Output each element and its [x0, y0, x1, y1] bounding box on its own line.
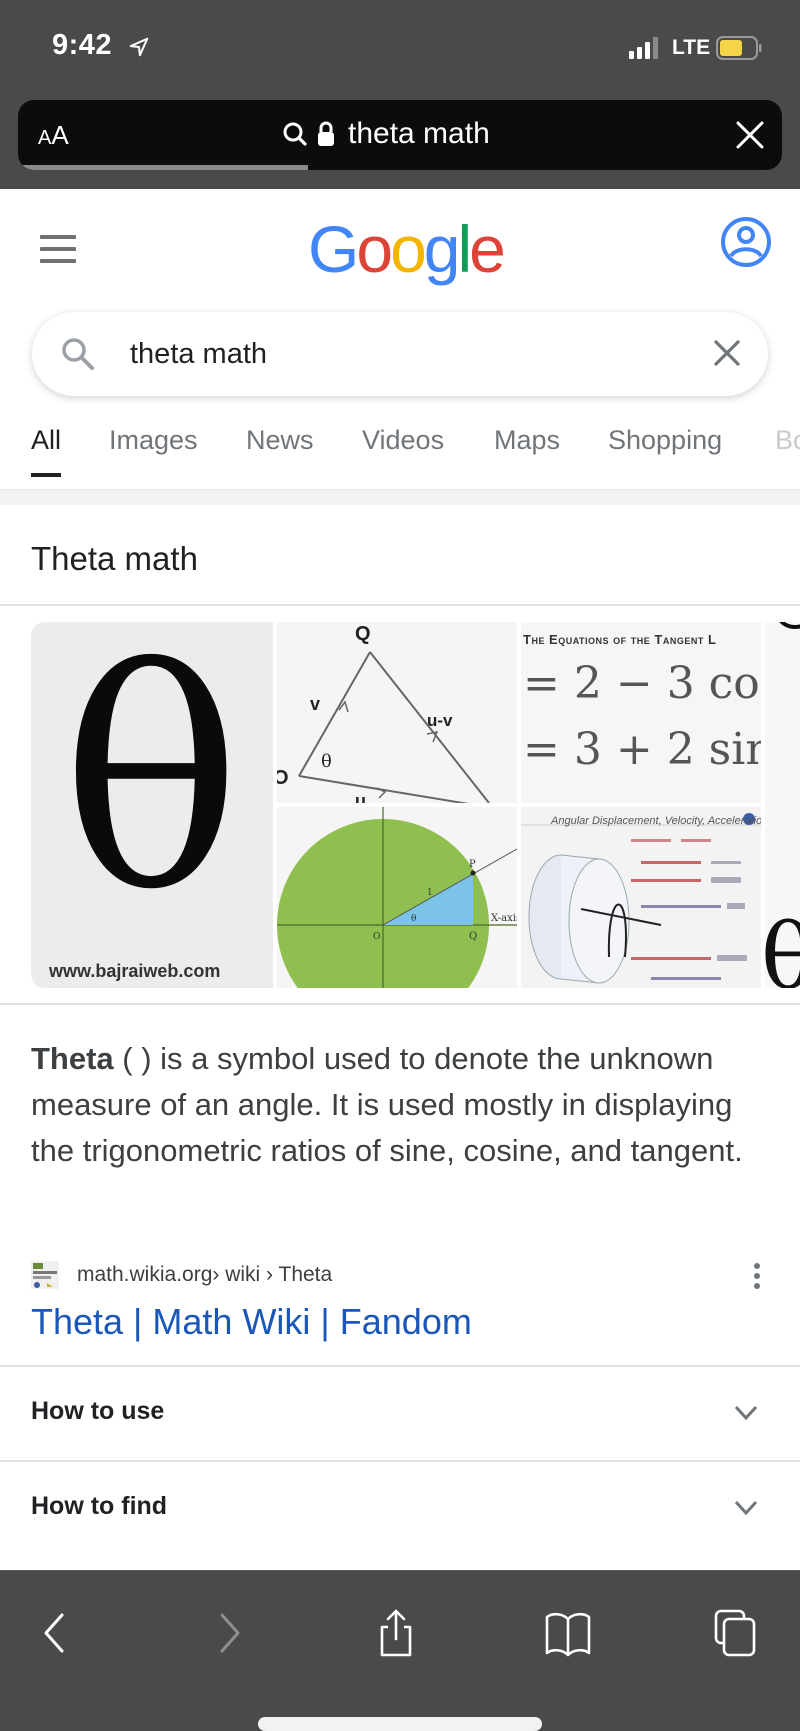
account-icon[interactable]: [720, 216, 772, 268]
theta-partial-graphic: θ: [765, 622, 800, 988]
search-icon: [283, 122, 307, 146]
search-tabs: All Images News Videos Maps Shopping Bo: [0, 425, 800, 481]
label-theta: θ: [321, 751, 332, 772]
accordion-how-to-find[interactable]: How to find: [0, 1462, 800, 1556]
label-theta: θ: [411, 914, 416, 924]
tabs-icon[interactable]: [714, 1609, 758, 1657]
page-load-progress-bar: [18, 165, 309, 170]
screen: 9:42 LTE AA theta math Google theta math…: [0, 0, 800, 1731]
stop-loading-icon[interactable]: [734, 119, 766, 151]
lock-icon: [318, 121, 334, 146]
label-radius: 1: [427, 888, 433, 898]
label-p: P: [469, 859, 476, 870]
safari-top-chrome: 9:42 LTE AA theta math: [0, 0, 800, 189]
source-path: › wiki › Theta: [212, 1263, 333, 1286]
home-indicator[interactable]: [258, 1717, 542, 1731]
label-q: Q: [469, 931, 477, 942]
google-header: Google All Images News Videos Maps Shopp…: [0, 189, 800, 489]
label-o: O: [277, 767, 289, 789]
tab-books[interactable]: Bo: [775, 425, 800, 456]
label-v: v: [310, 694, 320, 714]
chevron-down-icon: [734, 1500, 758, 1516]
logo-letter: o: [356, 212, 393, 286]
tab-news[interactable]: News: [246, 425, 314, 456]
image-carousel[interactable]: θ www.bajraiweb.com Q O v u-v θ u P 1 θ …: [31, 622, 800, 988]
search-input[interactable]: [130, 332, 690, 376]
logo-letter: G: [308, 212, 359, 286]
logo-letter: g: [423, 212, 461, 286]
source-domain: math.wikia.org: [77, 1263, 213, 1286]
triangle-diagram: Q O v u-v θ u: [277, 623, 490, 803]
logo-letter: l: [457, 212, 473, 286]
accordion-label: How to find: [31, 1492, 168, 1520]
image-angular-motion[interactable]: Angular Displacement, Velocity, Accelera…: [521, 807, 761, 988]
text-size-button[interactable]: AA: [38, 120, 69, 151]
google-logo[interactable]: Google: [308, 211, 506, 287]
result-source[interactable]: math.wikia.org › wiki › Theta: [31, 1260, 332, 1290]
tab-shopping[interactable]: Shopping: [608, 425, 722, 456]
knowledge-description: Theta ( ) is a symbol used to denote the…: [31, 1036, 771, 1174]
accordion-label: How to use: [31, 1397, 165, 1425]
location-arrow-icon: [129, 37, 149, 57]
tab-videos[interactable]: Videos: [362, 425, 444, 456]
status-time: 9:42: [52, 29, 113, 61]
logo-letter: o: [390, 212, 427, 286]
label-u: u: [355, 791, 366, 803]
network-type: LTE: [672, 36, 711, 59]
tab-images[interactable]: Images: [109, 425, 198, 456]
cellular-signal-icon: [629, 37, 658, 59]
share-icon[interactable]: [374, 1609, 418, 1657]
image-watermark: www.bajraiweb.com: [49, 961, 221, 981]
logo-letter: e: [469, 212, 506, 286]
unit-circle-diagram: P 1 θ O Q X-axis: [277, 807, 517, 988]
tab-all[interactable]: All: [31, 425, 62, 477]
tab-maps[interactable]: Maps: [494, 425, 560, 456]
image-vector-triangle[interactable]: Q O v u-v θ u: [277, 622, 517, 803]
image-tangent-equations[interactable]: The Equations of the Tangent L = 2 − 3 c…: [521, 622, 761, 803]
angular-motion-diagram: [521, 813, 761, 984]
menu-icon[interactable]: [40, 235, 76, 263]
equations-heading: The Equations of the Tangent L: [523, 632, 717, 647]
description-text: ( ) is a symbol used to denote the unkno…: [31, 1041, 743, 1168]
label-x-axis: X-axis: [491, 913, 517, 924]
chevron-down-icon: [734, 1405, 758, 1421]
more-options-icon[interactable]: [750, 1263, 764, 1293]
address-field[interactable]: theta math: [282, 114, 490, 154]
bookmarks-icon[interactable]: [544, 1609, 592, 1657]
address-bar[interactable]: AA theta math: [18, 100, 782, 170]
site-favicon-icon: [31, 1261, 59, 1289]
angular-title: Angular Displacement, Velocity, Accelera…: [551, 815, 761, 827]
accordion-how-to-use[interactable]: How to use: [0, 1367, 800, 1462]
svg-text:θ: θ: [765, 905, 800, 988]
section-separator: [0, 489, 800, 505]
equation-1: = 2 − 3 cos(: [523, 658, 761, 709]
forward-icon[interactable]: [206, 1609, 250, 1657]
safari-bottom-toolbar: [0, 1570, 800, 1731]
active-tab-indicator: [31, 473, 62, 477]
result-title-link[interactable]: Theta | Math Wiki | Fandom: [31, 1301, 472, 1343]
clear-search-icon[interactable]: [710, 336, 744, 370]
address-text: theta math: [348, 117, 490, 150]
divider: [0, 1003, 800, 1005]
equation-2: = 3 + 2 sin(: [523, 724, 761, 775]
description-term: Theta: [31, 1041, 114, 1076]
search-box[interactable]: [32, 312, 768, 396]
image-theta-symbol[interactable]: θ www.bajraiweb.com: [31, 622, 273, 988]
label-origin: O: [373, 932, 380, 942]
label-u-v: u-v: [427, 711, 453, 730]
knowledge-card-title: Theta math: [31, 540, 198, 577]
search-icon: [62, 338, 94, 370]
image-unit-circle[interactable]: P 1 θ O Q X-axis: [277, 807, 517, 988]
label-q: Q: [355, 623, 371, 645]
theta-glyph: θ: [61, 622, 242, 956]
image-theta-partial[interactable]: θ: [765, 622, 800, 988]
battery-icon: [716, 36, 762, 60]
back-icon[interactable]: [34, 1609, 78, 1657]
divider: [0, 604, 800, 606]
